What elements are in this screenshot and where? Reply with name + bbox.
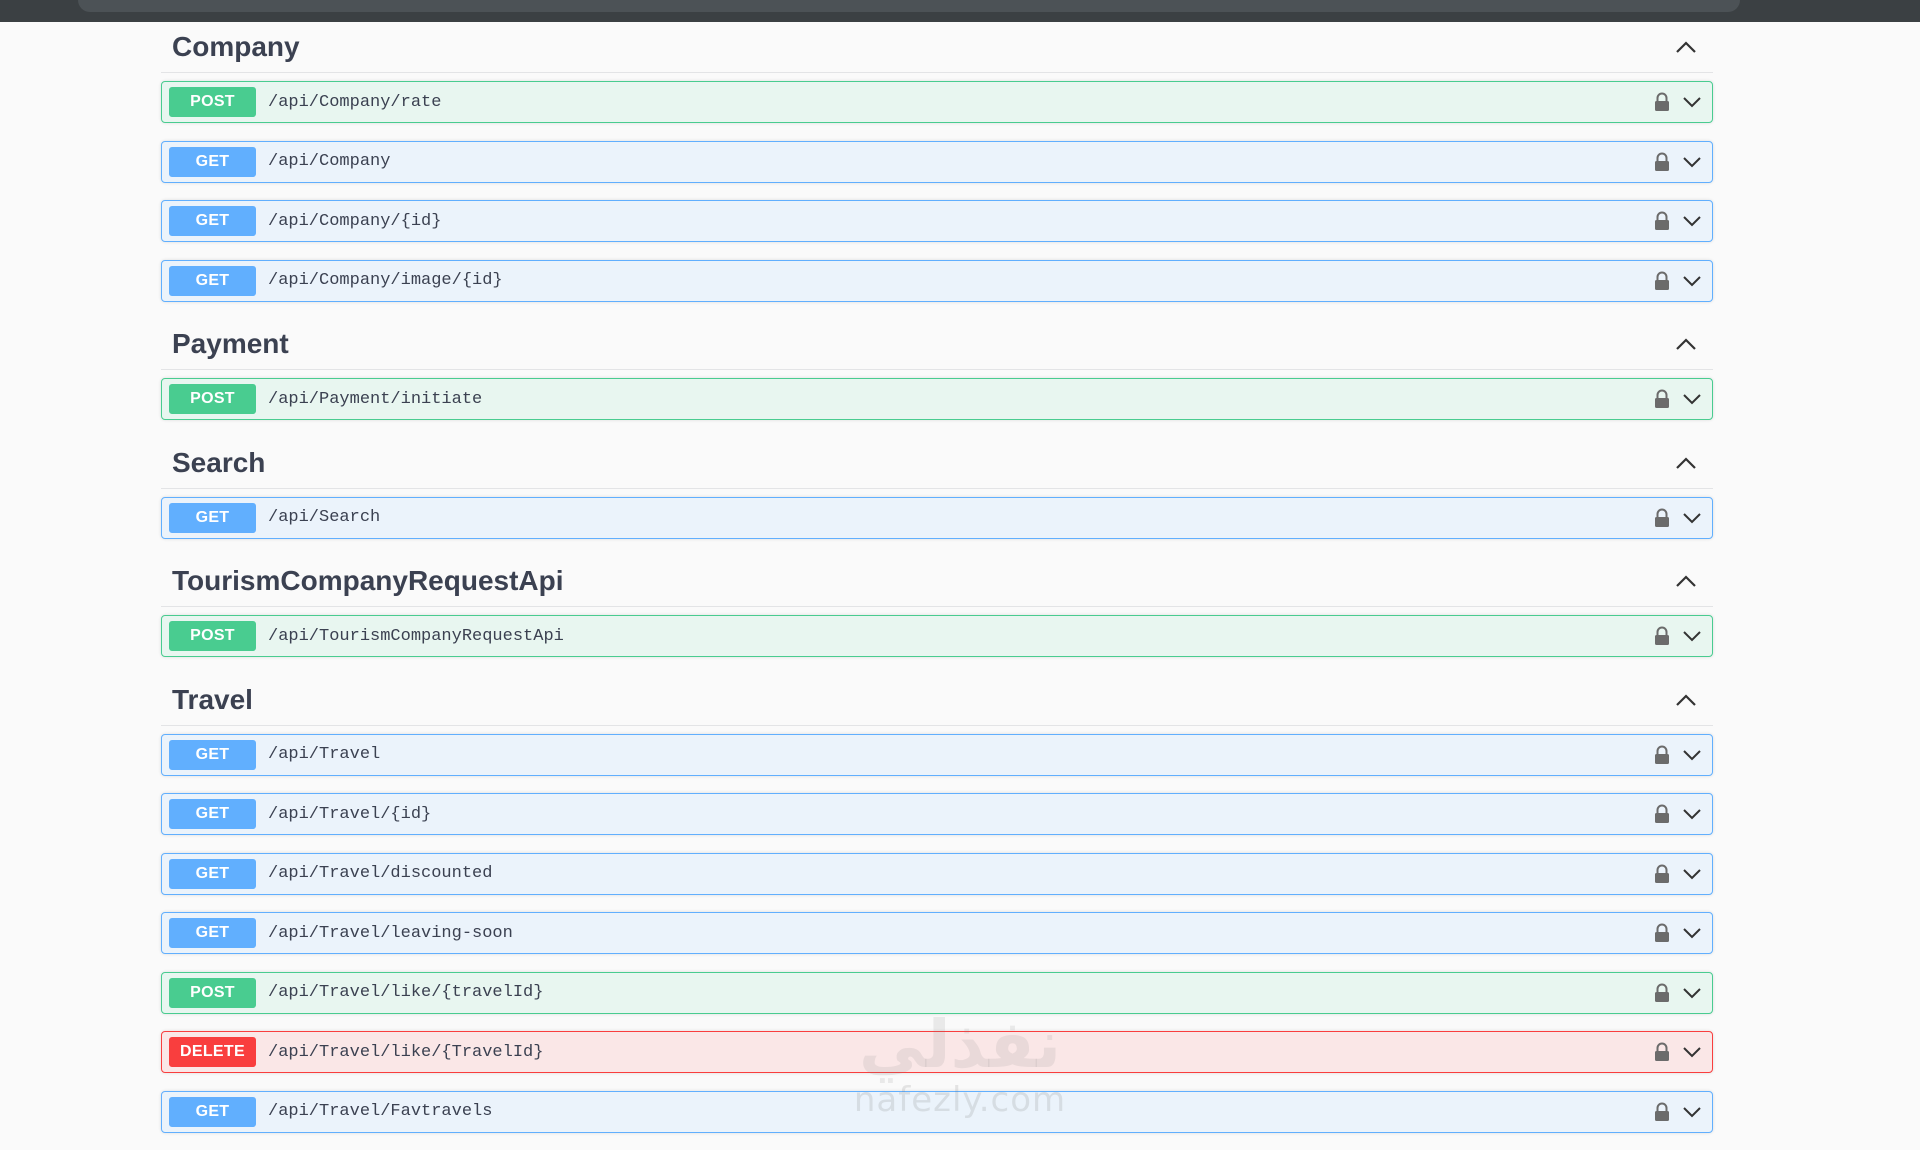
chevron-down-icon[interactable] (1682, 808, 1702, 820)
operation-row[interactable]: GET /api/Company (161, 140, 1713, 183)
chevron-down-icon[interactable] (1682, 1046, 1702, 1058)
section-title: Company (172, 31, 300, 62)
operation-path: /api/Travel/discounted (268, 864, 493, 883)
section-title: TourismCompanyRequestApi (172, 565, 564, 596)
section-payment: Payment POST /api/Payment/initiate (161, 319, 1713, 420)
operations-container: Company POST /api/Company/rate GET /api/… (161, 22, 1713, 1150)
method-badge: GET (169, 502, 256, 533)
lock-icon[interactable] (1654, 211, 1670, 231)
chevron-down-icon[interactable] (1682, 987, 1702, 999)
section-title: Payment (172, 328, 289, 359)
method-badge: GET (169, 918, 256, 948)
chevron-down-icon[interactable] (1682, 393, 1702, 405)
operation-row[interactable]: DELETE /api/Travel/like/{TravelId} (161, 1031, 1713, 1073)
chevron-down-icon[interactable] (1682, 927, 1702, 939)
chevron-up-icon[interactable] (1673, 687, 1699, 713)
chevron-down-icon[interactable] (1682, 630, 1702, 642)
chevron-up-icon[interactable] (1673, 568, 1699, 594)
lock-icon[interactable] (1654, 92, 1670, 112)
section-header-travel[interactable]: Travel (161, 675, 1713, 726)
method-badge: GET (169, 206, 256, 236)
chevron-down-icon[interactable] (1682, 512, 1702, 524)
lock-icon[interactable] (1654, 1102, 1670, 1122)
operation-path: /api/Travel/{id} (268, 804, 432, 824)
method-badge: GET (169, 739, 256, 770)
operation-path: /api/Company/rate (268, 92, 442, 112)
operation-row[interactable]: GET /api/Travel/{id} (161, 793, 1713, 835)
method-badge: POST (169, 87, 256, 117)
operation-row[interactable]: GET /api/Search (161, 496, 1713, 539)
operation-path: /api/Travel/leaving-soon (268, 923, 513, 943)
operation-row[interactable]: POST /api/Payment/initiate (161, 378, 1713, 420)
operation-path: /api/Travel/like/{TravelId} (268, 1042, 544, 1062)
method-badge: GET (169, 265, 256, 296)
operation-row[interactable]: GET /api/Travel/leaving-soon (161, 912, 1713, 954)
method-badge: DELETE (169, 1037, 256, 1067)
chevron-up-icon[interactable] (1673, 450, 1699, 476)
method-badge: POST (169, 384, 256, 414)
lock-icon[interactable] (1654, 745, 1670, 765)
operation-path: /api/Payment/initiate (268, 389, 483, 409)
operation-path: /api/Travel/like/{travelId} (268, 983, 544, 1002)
chevron-down-icon[interactable] (1682, 215, 1702, 227)
method-badge: GET (169, 1096, 256, 1127)
operation-path: /api/Company/{id} (268, 211, 442, 231)
chevron-down-icon[interactable] (1682, 749, 1702, 761)
lock-icon[interactable] (1654, 864, 1670, 884)
lock-icon[interactable] (1654, 983, 1670, 1003)
operation-path: /api/Travel/Favtravels (268, 1102, 493, 1121)
operation-row[interactable]: GET /api/Travel/discounted (161, 852, 1713, 895)
lock-icon[interactable] (1654, 389, 1670, 409)
operation-path: /api/Search (268, 508, 381, 527)
lock-icon[interactable] (1654, 626, 1670, 646)
method-badge: GET (169, 858, 256, 889)
chevron-up-icon[interactable] (1673, 331, 1699, 357)
method-badge: POST (169, 977, 256, 1008)
section-header-company[interactable]: Company (161, 22, 1713, 73)
chevron-down-icon[interactable] (1682, 275, 1702, 287)
operation-row[interactable]: POST /api/Travel/like/{travelId} (161, 971, 1713, 1014)
operation-path: /api/Company/image/{id} (268, 271, 503, 290)
chevron-down-icon[interactable] (1682, 156, 1702, 168)
top-bar-inner (78, 0, 1740, 12)
lock-icon[interactable] (1654, 1042, 1670, 1062)
chevron-up-icon[interactable] (1673, 34, 1699, 60)
chevron-down-icon[interactable] (1682, 1106, 1702, 1118)
operation-row[interactable]: GET /api/Company/image/{id} (161, 259, 1713, 302)
section-tourism-company-request-api: TourismCompanyRequestApi POST /api/Touri… (161, 556, 1713, 657)
top-bar (0, 0, 1920, 22)
operation-row[interactable]: GET /api/Travel/Favtravels (161, 1090, 1713, 1133)
operation-path: /api/Travel (268, 745, 381, 764)
operation-row[interactable]: GET /api/Travel (161, 733, 1713, 776)
lock-icon[interactable] (1654, 923, 1670, 943)
lock-icon[interactable] (1654, 271, 1670, 291)
section-header-search[interactable]: Search (161, 438, 1713, 489)
chevron-down-icon[interactable] (1682, 96, 1702, 108)
method-badge: GET (169, 799, 256, 829)
operation-path: /api/Company (268, 152, 391, 171)
chevron-down-icon[interactable] (1682, 868, 1702, 880)
section-company: Company POST /api/Company/rate GET /api/… (161, 22, 1713, 302)
section-header-payment[interactable]: Payment (161, 319, 1713, 370)
operation-row[interactable]: POST /api/TourismCompanyRequestApi (161, 615, 1713, 657)
operation-path: /api/TourismCompanyRequestApi (268, 626, 564, 646)
operation-row[interactable]: GET /api/Company/{id} (161, 200, 1713, 242)
section-header-tourism-company-request-api[interactable]: TourismCompanyRequestApi (161, 556, 1713, 607)
lock-icon[interactable] (1654, 804, 1670, 824)
lock-icon[interactable] (1654, 152, 1670, 172)
section-search: Search GET /api/Search (161, 438, 1713, 539)
operation-row[interactable]: POST /api/Company/rate (161, 81, 1713, 123)
section-travel: Travel GET /api/Travel GET /api/Travel/{… (161, 675, 1713, 1133)
method-badge: GET (169, 146, 256, 177)
section-title: Search (172, 446, 266, 478)
section-title: Travel (172, 683, 253, 715)
method-badge: POST (169, 621, 256, 651)
lock-icon[interactable] (1654, 508, 1670, 528)
